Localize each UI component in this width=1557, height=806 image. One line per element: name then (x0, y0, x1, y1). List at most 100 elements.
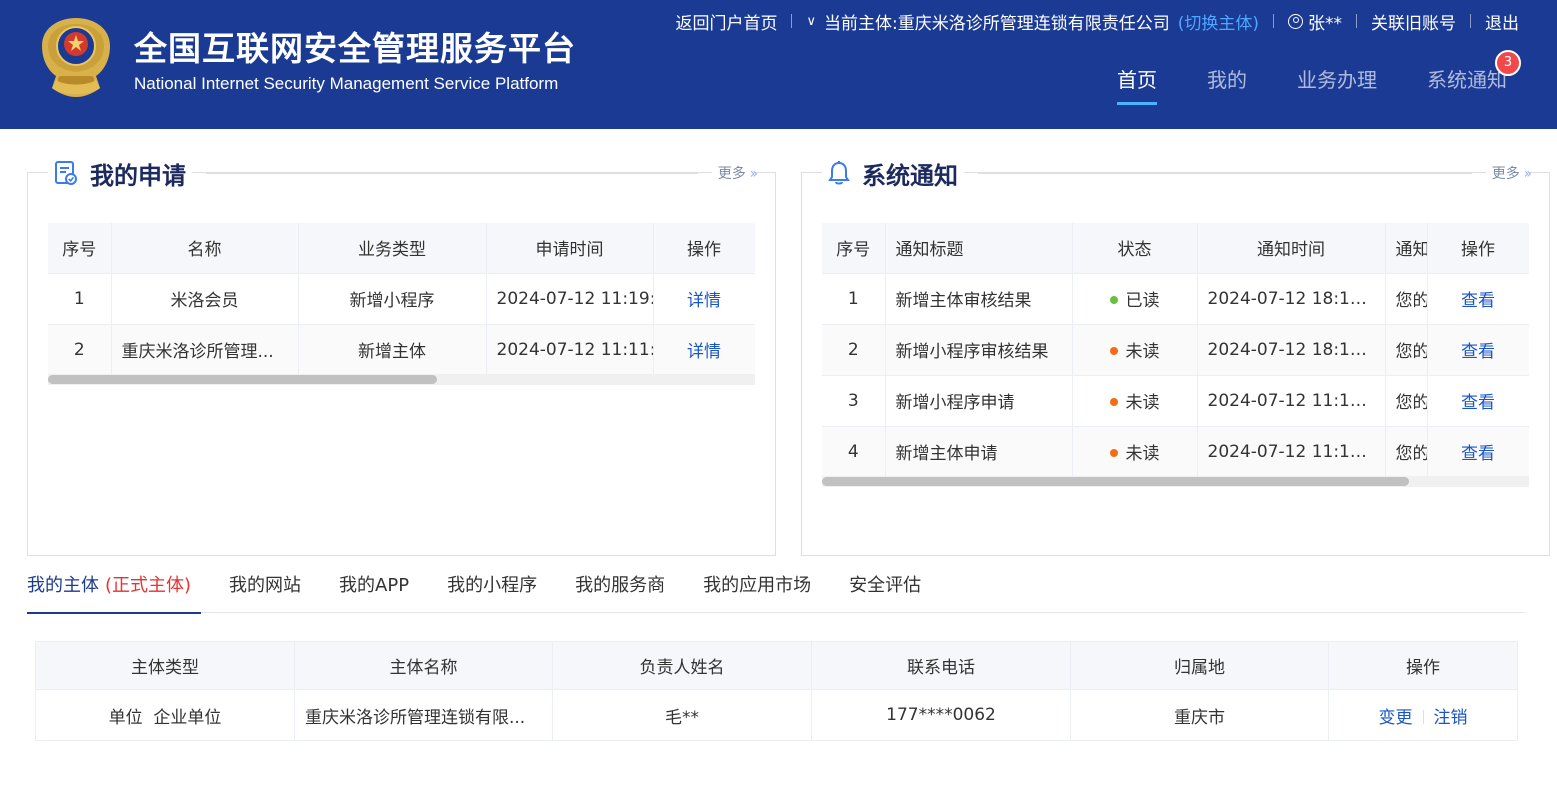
cell-title: 新增主体审核结果 (885, 273, 1073, 325)
status-dot (1109, 296, 1118, 304)
cell-time: 2024-07-12 11:11:34 (486, 324, 654, 376)
status-dot (1109, 347, 1118, 355)
cell-name: 重庆米洛诊所管理... (111, 324, 299, 376)
table-header-row: 序号 通知标题 状态 通知时间 通知 操作 (822, 223, 1529, 274)
cell-time: 2024-07-12 11:11:34 (1197, 426, 1386, 478)
divider (1273, 14, 1274, 28)
column-header: 序号 (822, 223, 886, 274)
divider (1470, 14, 1471, 28)
cell-no: 2 (48, 324, 112, 376)
switch-entity-link[interactable]: (切换主体) (1178, 9, 1259, 34)
my-applications-panel: 我的申请 更多›› 序号 名称 业务类型 申请时间 操作 1 米洛会员 新增小 (27, 155, 776, 556)
cell-content: 您的 (1385, 375, 1428, 427)
tab-my-mini-program[interactable]: 我的小程序 (447, 568, 537, 613)
column-header: 负责人姓名 (552, 641, 812, 690)
tab-my-website[interactable]: 我的网站 (229, 568, 301, 613)
entity-table: 主体类型 主体名称 负责人姓名 联系电话 归属地 操作 单位 企业单位 重庆米洛… (35, 641, 1518, 741)
system-notices-panel: 系统通知 更多›› 序号 通知标题 状态 通知时间 通知 操作 1 新增主体审 (801, 155, 1550, 556)
cell-entity-type: 单位 企业单位 (35, 689, 295, 741)
table-row: 1 新增主体审核结果 已读 2024-07-12 18:17:23 您的 查看 (822, 273, 1529, 325)
status-dot (1109, 398, 1118, 406)
divider (1422, 709, 1424, 724)
cell-title: 新增主体申请 (885, 426, 1073, 478)
scrollbar-thumb[interactable] (48, 375, 437, 384)
nav-notifications-label: 系统通知 (1427, 68, 1507, 92)
cell-no: 1 (48, 273, 112, 325)
column-header: 操作 (1427, 223, 1529, 274)
cell-time: 2024-07-12 18:17:23 (1197, 273, 1386, 325)
column-header: 操作 (653, 223, 755, 274)
column-header: 通知时间 (1197, 223, 1386, 274)
nav-notifications[interactable]: 系统通知 3 (1427, 50, 1521, 103)
cell-title: 新增小程序申请 (885, 375, 1073, 427)
more-notices-link[interactable]: 更多 ›› (1485, 163, 1532, 183)
user-menu[interactable]: 张** (1308, 9, 1342, 34)
table-row: 单位 企业单位 重庆米洛诊所管理连锁有限... 毛** 177****0062 … (35, 689, 1518, 741)
column-header: 序号 (48, 223, 112, 274)
cell-time: 2024-07-12 11:19:20 (1197, 375, 1386, 427)
back-to-portal-link[interactable]: 返回门户首页 (675, 9, 777, 34)
notices-table: 序号 通知标题 状态 通知时间 通知 操作 1 新增主体审核结果 已读 2024… (822, 223, 1529, 478)
view-link[interactable]: 查看 (1461, 291, 1495, 311)
current-entity-name: 重庆米洛诊所管理连锁有限责任公司 (897, 13, 1170, 34)
cell-person: 毛** (552, 689, 812, 741)
cell-content: 您的 (1385, 426, 1428, 478)
status-text: 未读 (1125, 444, 1160, 464)
change-link[interactable]: 变更 (1379, 708, 1413, 728)
divider (791, 14, 793, 28)
panel-title: 系统通知 (862, 161, 958, 190)
column-header: 通知标题 (885, 223, 1073, 274)
tab-security-assessment[interactable]: 安全评估 (849, 568, 921, 613)
tab-my-entity[interactable]: 我的主体 (正式主体) (27, 568, 202, 614)
platform-subtitle: National Internet Security Management Se… (134, 74, 559, 93)
table-row: 1 米洛会员 新增小程序 2024-07-12 11:19:20 详情 (48, 273, 755, 325)
cell-title: 新增小程序审核结果 (885, 324, 1073, 376)
cancel-link[interactable]: 注销 (1434, 708, 1468, 728)
tab-my-app-market[interactable]: 我的应用市场 (703, 568, 811, 613)
tab-my-app[interactable]: 我的APP (339, 568, 409, 613)
police-emblem-icon (42, 18, 110, 97)
table-row: 3 新增小程序申请 未读 2024-07-12 11:19:20 您的 查看 (822, 375, 1529, 427)
entity-tabs: 我的主体 (正式主体) 我的网站 我的APP 我的小程序 我的服务商 我的应用市场… (27, 568, 1525, 614)
detail-link[interactable]: 详情 (687, 291, 721, 311)
main-nav: 首页 我的 业务办理 系统通知 3 (1067, 50, 1521, 105)
column-header: 联系电话 (811, 641, 1071, 690)
bell-icon (828, 161, 850, 185)
horizontal-scrollbar[interactable] (822, 476, 1529, 487)
double-chevron-right-icon: ›› (1523, 166, 1532, 182)
column-header: 操作 (1328, 641, 1518, 690)
status-dot (1109, 449, 1118, 457)
divider (206, 172, 698, 174)
scrollbar-thumb[interactable] (822, 477, 1409, 486)
link-old-account-link[interactable]: 关联旧账号 (1371, 9, 1456, 34)
cell-content: 您的 (1385, 324, 1428, 376)
chevron-down-icon[interactable]: ∨ (806, 14, 816, 29)
table-row: 4 新增主体申请 未读 2024-07-12 11:11:34 您的 查看 (822, 426, 1529, 478)
nav-home[interactable]: 首页 (1117, 64, 1157, 105)
view-link[interactable]: 查看 (1461, 393, 1495, 413)
cell-no: 4 (822, 426, 886, 478)
application-form-icon (55, 161, 77, 185)
view-link[interactable]: 查看 (1461, 342, 1495, 362)
cell-phone: 177****0062 (811, 689, 1071, 741)
more-applications-link[interactable]: 更多 ›› (711, 163, 758, 183)
divider (978, 172, 1472, 174)
status-text: 已读 (1125, 291, 1160, 311)
tab-my-service-provider[interactable]: 我的服务商 (575, 568, 665, 613)
table-header-row: 序号 名称 业务类型 申请时间 操作 (48, 223, 755, 274)
horizontal-scrollbar[interactable] (48, 374, 755, 385)
cell-time: 2024-07-12 11:19:20 (486, 273, 654, 325)
table-header-row: 主体类型 主体名称 负责人姓名 联系电话 归属地 操作 (35, 641, 1518, 690)
cell-content: 您的 (1385, 273, 1428, 325)
detail-link[interactable]: 详情 (687, 342, 721, 362)
logout-link[interactable]: 退出 (1485, 9, 1519, 34)
nav-mine[interactable]: 我的 (1207, 64, 1247, 103)
header: 全国互联网安全管理服务平台 National Internet Security… (0, 0, 1557, 129)
panel-header: 系统通知 更多 ›› (822, 155, 1532, 191)
user-icon (1288, 13, 1303, 29)
table-row: 2 重庆米洛诊所管理... 新增主体 2024-07-12 11:11:34 详… (48, 324, 755, 376)
cell-no: 2 (822, 324, 886, 376)
view-link[interactable]: 查看 (1461, 444, 1495, 464)
nav-business[interactable]: 业务办理 (1297, 64, 1377, 103)
status-text: 未读 (1125, 342, 1160, 362)
